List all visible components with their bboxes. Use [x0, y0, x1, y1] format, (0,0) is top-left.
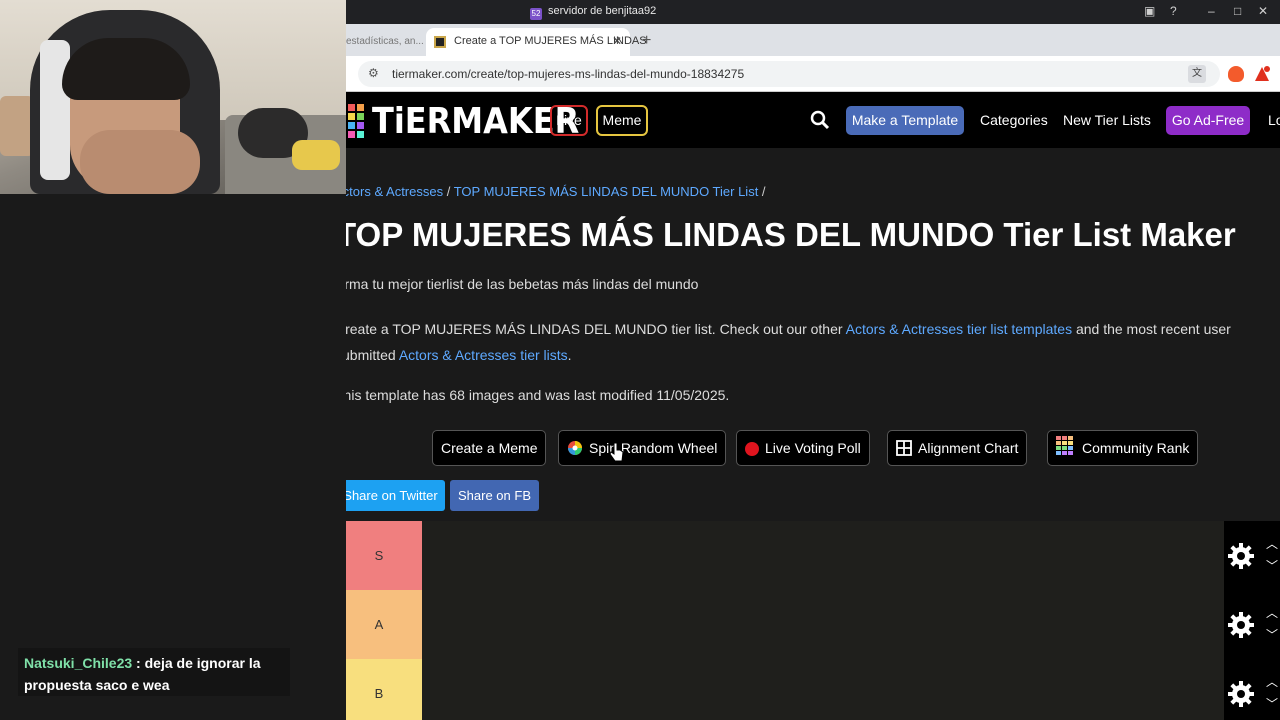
community-rank-button[interactable]: Community Rank	[1047, 430, 1199, 466]
tiermaker-logo-text[interactable]: TiERMAKER	[372, 100, 579, 142]
breadcrumb: Actors & Actresses / TOP MUJERES MÁS LIN…	[346, 184, 766, 199]
screenshot-icon[interactable]: ▣	[1144, 4, 1155, 18]
tab-inactive[interactable]: estadísticas, an...	[346, 30, 426, 56]
tier-row: B	[346, 659, 1224, 720]
tier-list: S ︿ ﹀ A ︿ ﹀ B ︿ ﹀	[346, 521, 1280, 720]
search-icon[interactable]	[810, 110, 830, 130]
tiermaker-favicon-icon	[434, 36, 446, 48]
tier-drop-zone[interactable]	[422, 590, 1224, 659]
help-icon[interactable]: ?	[1170, 4, 1177, 18]
maximize-icon[interactable]: □	[1234, 4, 1241, 18]
minimize-icon[interactable]: –	[1208, 4, 1215, 18]
template-description: Arma tu mejor tierlist de las bebetas má…	[346, 276, 699, 292]
live-button[interactable]: Live	[550, 105, 588, 136]
alignment-chart-button[interactable]: Alignment Chart	[887, 430, 1028, 466]
app-icon: 52	[530, 8, 542, 20]
categories-link[interactable]: Categories	[980, 112, 1048, 128]
close-window-icon[interactable]: ✕	[1258, 4, 1268, 18]
url-field[interactable]: ⚙ tiermaker.com/create/top-mujeres-ms-li…	[358, 61, 1220, 87]
chevron-up-icon[interactable]: ︿	[1266, 602, 1278, 624]
chevron-down-icon[interactable]: ﹀	[1266, 624, 1278, 646]
window-titlebar: 52 servidor de benjitaa92 ▣ ? – □ ✕	[346, 0, 1280, 24]
chevron-down-icon[interactable]: ﹀	[1266, 555, 1278, 577]
gear-icon[interactable]	[1228, 681, 1254, 707]
chat-username: Natsuki_Chile23	[24, 655, 133, 671]
tier-label-a[interactable]: A	[346, 590, 422, 659]
live-voting-poll-button[interactable]: Live Voting Poll	[736, 430, 870, 466]
color-wheel-icon	[568, 441, 582, 455]
make-template-button[interactable]: Make a Template	[846, 106, 964, 135]
tiermaker-logo-icon[interactable]	[348, 104, 366, 140]
webcam-overlay	[0, 0, 346, 194]
tier-controls: ︿ ﹀	[1224, 659, 1280, 720]
create-meme-button[interactable]: Create a Meme	[432, 430, 547, 466]
address-bar: ⚙ tiermaker.com/create/top-mujeres-ms-li…	[346, 56, 1280, 92]
tier-row: S	[346, 521, 1224, 590]
chat-message: Natsuki_Chile23 : deja de ignorar la pro…	[18, 648, 290, 696]
spin-wheel-button[interactable]: Spin Random Wheel	[558, 430, 727, 466]
chevron-up-icon[interactable]: ︿	[1266, 533, 1278, 555]
template-info-paragraph: Create a TOP MUJERES MÁS LINDAS DEL MUND…	[346, 321, 1231, 363]
breadcrumb-category-link[interactable]: Actors & Actresses	[346, 184, 443, 199]
tier-controls: ︿ ﹀	[1224, 590, 1280, 659]
chevron-up-icon[interactable]: ︿	[1266, 671, 1278, 693]
tier-row: A	[346, 590, 1224, 659]
category-templates-link[interactable]: Actors & Actresses tier list templates	[846, 321, 1072, 337]
tier-controls: ︿ ﹀	[1224, 521, 1280, 590]
tier-drop-zone[interactable]	[422, 521, 1224, 590]
red-dot-icon	[745, 442, 759, 456]
category-tier-lists-link[interactable]: Actors & Actresses tier lists	[399, 347, 568, 363]
share-twitter-button[interactable]: Share on Twitter	[346, 480, 445, 511]
brave-shield-icon[interactable]	[1228, 66, 1244, 82]
page-content: TiERMAKER Live Meme Make a Template Cate…	[346, 92, 1280, 720]
rank-grid-icon	[1056, 436, 1073, 455]
breadcrumb-current-link[interactable]: TOP MUJERES MÁS LINDAS DEL MUNDO Tier Li…	[454, 184, 759, 199]
tab-active[interactable]: Create a TOP MUJERES MÁS LINDAS ✕	[426, 28, 647, 56]
new-tier-lists-link[interactable]: New Tier Lists	[1063, 112, 1151, 128]
top-navigation: TiERMAKER Live Meme Make a Template Cate…	[346, 92, 1280, 148]
gear-icon[interactable]	[1228, 543, 1254, 569]
grid-icon	[896, 440, 912, 456]
screen: Natsuki_Chile23 : deja de ignorar la pro…	[0, 0, 1280, 720]
site-settings-icon[interactable]: ⚙	[368, 66, 379, 80]
tier-move-arrows: ︿ ﹀	[1266, 602, 1278, 646]
brave-rewards-icon[interactable]	[1254, 66, 1270, 82]
tier-move-arrows: ︿ ﹀	[1266, 533, 1278, 577]
share-facebook-button[interactable]: Share on FB	[450, 480, 539, 511]
template-modified-info: This template has 68 images and was last…	[346, 387, 730, 403]
tier-label-s[interactable]: S	[346, 521, 422, 590]
go-ad-free-button[interactable]: Go Ad-Free	[1166, 106, 1250, 135]
tier-drop-zone[interactable]	[422, 659, 1224, 720]
meme-button[interactable]: Meme	[596, 105, 648, 136]
login-link[interactable]: Lo	[1268, 112, 1280, 128]
hand-cursor-icon	[610, 442, 624, 462]
gear-icon[interactable]	[1228, 612, 1254, 638]
window-title: 52 servidor de benjitaa92	[530, 5, 657, 20]
tier-label-b[interactable]: B	[346, 659, 422, 720]
tab-bar: estadísticas, an... Create a TOP MUJERES…	[346, 24, 1280, 56]
chevron-down-icon[interactable]: ﹀	[1266, 693, 1278, 715]
tab-close-icon[interactable]: ✕	[612, 34, 622, 48]
url-text: tiermaker.com/create/top-mujeres-ms-lind…	[392, 67, 745, 81]
translate-icon[interactable]: 文	[1188, 65, 1206, 83]
new-tab-icon[interactable]: +	[642, 32, 651, 50]
tier-move-arrows: ︿ ﹀	[1266, 671, 1278, 715]
page-title: TOP MUJERES MÁS LINDAS DEL MUNDO Tier Li…	[346, 216, 1236, 253]
